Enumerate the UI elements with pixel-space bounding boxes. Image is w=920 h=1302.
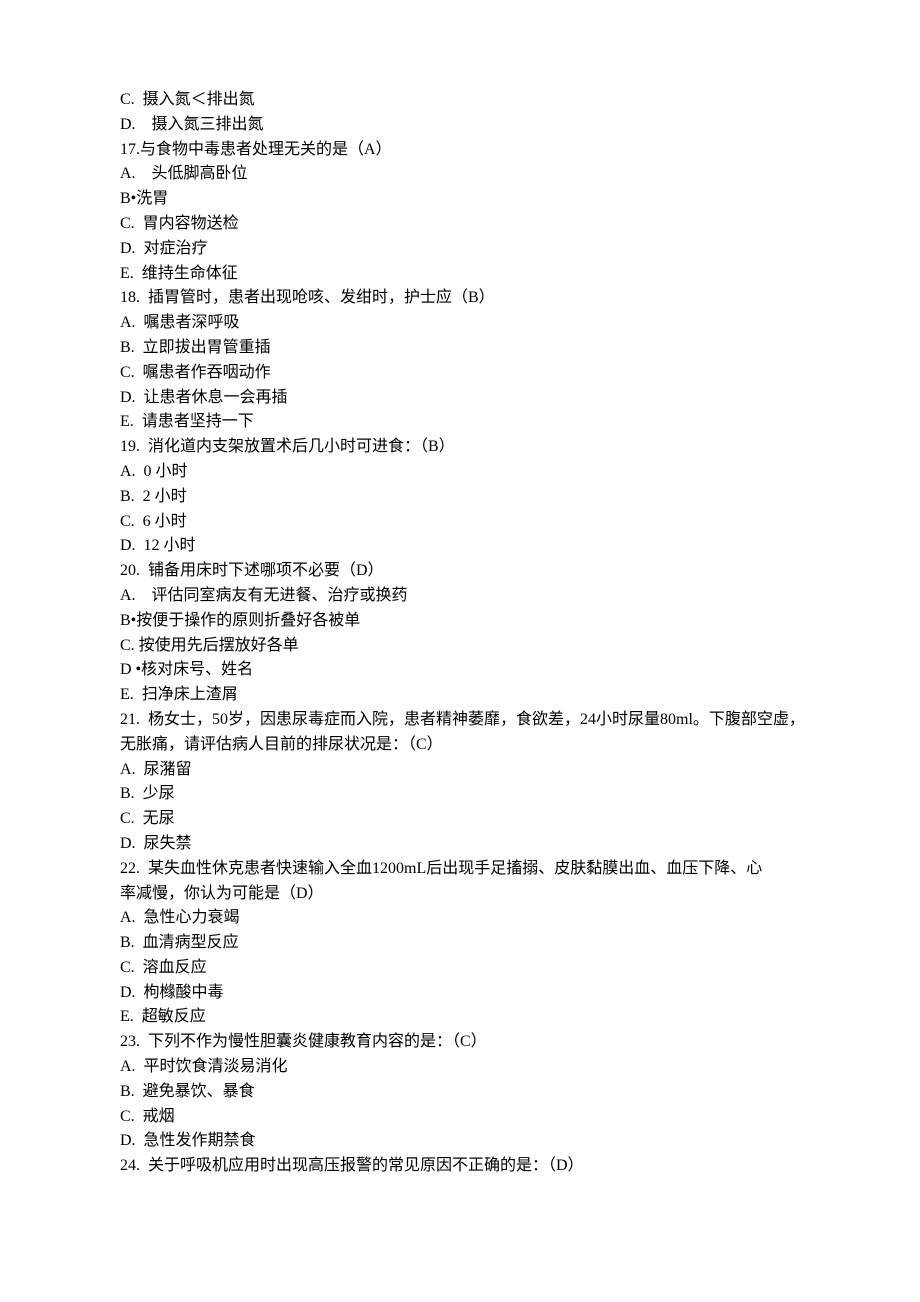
text-line: B•洗胃 (120, 187, 820, 212)
text-line: A. 评估同室病友有无进餐、治疗或换药 (120, 584, 820, 609)
text-line: 21. 杨女士，50岁，因患尿毒症而入院，患者精神萎靡，食欲差，24小时尿量80… (120, 708, 820, 758)
text-line: E. 维持生命体征 (120, 262, 820, 287)
text-line: E. 请患者坚持一下 (120, 410, 820, 435)
text-line: A. 平时饮食清淡易消化 (120, 1055, 820, 1080)
text-line: D. 急性发作期禁食 (120, 1129, 820, 1154)
text-line: C. 嘱患者作吞咽动作 (120, 361, 820, 386)
text-line: D. 枸橼酸中毒 (120, 981, 820, 1006)
text-line: 20. 铺备用床时下述哪项不必要（D） (120, 559, 820, 584)
text-line: D •核对床号、姓名 (120, 658, 820, 683)
text-line: A. 急性心力衰竭 (120, 906, 820, 931)
text-line: C. 按使用先后摆放好各单 (120, 634, 820, 659)
text-line: D. 对症治疗 (120, 237, 820, 262)
text-line: A. 尿潴留 (120, 758, 820, 783)
text-line: B. 2 小时 (120, 485, 820, 510)
text-line: 24. 关于呼吸机应用时出现高压报警的常见原因不正确的是：（D） (120, 1154, 820, 1179)
text-line: 17.与食物中毒患者处理无关的是（A） (120, 138, 820, 163)
text-line: D. 12 小时 (120, 534, 820, 559)
text-line: A. 0 小时 (120, 460, 820, 485)
text-line: C. 戒烟 (120, 1105, 820, 1130)
text-line: 23. 下列不作为慢性胆囊炎健康教育内容的是：（C） (120, 1030, 820, 1055)
text-line: A. 头低脚高卧位 (120, 162, 820, 187)
text-line: B. 避免暴饮、暴食 (120, 1080, 820, 1105)
text-line: B. 少尿 (120, 782, 820, 807)
text-line: B. 立即拔出胃管重插 (120, 336, 820, 361)
text-line: C. 胃内容物送检 (120, 212, 820, 237)
document-body: C. 摄入氮＜排出氮D. 摄入氮三排出氮17.与食物中毒患者处理无关的是（A）A… (120, 88, 820, 1179)
text-line: 率减慢，你认为可能是（D） (120, 882, 820, 907)
text-line: C. 6 小时 (120, 510, 820, 535)
text-line: 19. 消化道内支架放置术后几小时可进食：（B） (120, 435, 820, 460)
text-line: C. 无尿 (120, 807, 820, 832)
text-line: D. 尿失禁 (120, 832, 820, 857)
text-line: B•按便于操作的原则折叠好各被单 (120, 609, 820, 634)
text-line: C. 摄入氮＜排出氮 (120, 88, 820, 113)
text-line: D. 让患者休息一会再插 (120, 386, 820, 411)
document-page: C. 摄入氮＜排出氮D. 摄入氮三排出氮17.与食物中毒患者处理无关的是（A）A… (0, 0, 920, 1239)
text-line: C. 溶血反应 (120, 956, 820, 981)
text-line: 18. 插胃管时，患者出现呛咳、发绀时，护士应（B） (120, 286, 820, 311)
text-line: D. 摄入氮三排出氮 (120, 113, 820, 138)
text-line: E. 超敏反应 (120, 1005, 820, 1030)
text-line: 22. 某失血性休克患者快速输入全血1200mL后出现手足搐搦、皮肤黏膜出血、血… (120, 857, 820, 882)
text-line: B. 血清病型反应 (120, 931, 820, 956)
text-line: E. 扫净床上渣屑 (120, 683, 820, 708)
text-line: A. 嘱患者深呼吸 (120, 311, 820, 336)
